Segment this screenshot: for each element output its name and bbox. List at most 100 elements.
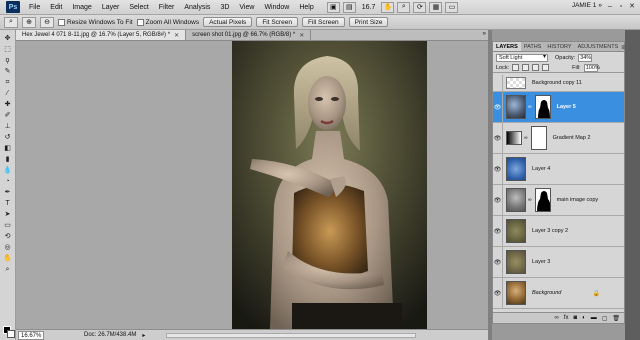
shape-tool-icon[interactable]: ▭ (2, 220, 14, 231)
actual-pixels-button[interactable]: Actual Pixels (203, 17, 253, 27)
maximize-icon[interactable]: ▫ (617, 3, 625, 11)
minimize-icon[interactable]: – (606, 3, 614, 11)
adjustment-layer-icon[interactable]: ◐ (582, 315, 586, 321)
zoom-tool-icon[interactable]: ⌕ (397, 1, 411, 13)
tab-paths[interactable]: PATHS (521, 42, 545, 51)
menu-help[interactable]: Help (294, 4, 318, 11)
fill-field[interactable]: 100% (583, 63, 600, 72)
3d-orbit-icon[interactable]: ◎ (2, 242, 14, 253)
eye-icon[interactable]: 👁 (493, 123, 503, 153)
tab-adjustments[interactable]: ADJUSTMENTS (575, 42, 622, 51)
eye-icon[interactable]: 👁 (493, 278, 503, 308)
move-tool-icon[interactable]: ✥ (2, 33, 14, 44)
layer-row-selected[interactable]: 👁 ∞ Layer 5 (493, 92, 624, 123)
add-mask-icon[interactable]: ◙ (573, 315, 577, 321)
eye-icon[interactable]: 👁 (493, 247, 503, 277)
print-size-button[interactable]: Print Size (348, 17, 389, 27)
workspace-switcher[interactable]: JAMIE 1 » (572, 2, 602, 9)
healing-brush-icon[interactable]: ✚ (2, 99, 14, 110)
chevron-right-icon[interactable]: ▸ (142, 332, 145, 339)
layer-row[interactable]: 👁 ∞ main image copy (493, 185, 624, 216)
blend-mode-select[interactable]: Soft Light (496, 53, 548, 62)
fill-screen-button[interactable]: Fill Screen (301, 17, 345, 27)
canvas-area[interactable] (16, 41, 488, 329)
layer-row[interactable]: 👁 Background 🔒 (493, 278, 624, 309)
eraser-tool-icon[interactable]: ◧ (2, 143, 14, 154)
close-icon[interactable]: ✕ (299, 32, 304, 39)
status-zoom-field[interactable]: 16.67% (18, 330, 44, 340)
hand-tool-icon[interactable]: ✋ (381, 1, 395, 13)
layer-row[interactable]: 👁 Layer 4 (493, 154, 624, 185)
link-layers-icon[interactable]: ∞ (555, 315, 559, 321)
layer-row[interactable]: 👁 Layer 3 (493, 247, 624, 278)
hand-tool-icon[interactable]: ✋ (2, 253, 14, 264)
menu-select[interactable]: Select (124, 4, 153, 11)
lock-transparent-icon[interactable] (512, 64, 520, 71)
bridge-icon[interactable]: ▣ (326, 1, 340, 13)
history-brush-icon[interactable]: ↺ (2, 132, 14, 143)
close-icon[interactable]: ✕ (174, 32, 179, 39)
eye-icon[interactable]: 👁 (493, 92, 503, 122)
layer-row[interactable]: 👁 ∞ Gradient Map 2 (493, 123, 624, 154)
checkbox-box[interactable] (58, 18, 65, 26)
marquee-tool-icon[interactable]: ⬚ (2, 44, 14, 55)
document-tab[interactable]: screen shot 01.jpg @ 66.7% (RGB/8) * ✕ (186, 30, 312, 40)
layer-style-icon[interactable]: fx (564, 315, 569, 321)
fit-screen-button[interactable]: Fit Screen (256, 17, 298, 27)
zoom-level[interactable]: 16.7 (362, 4, 376, 11)
menu-layer[interactable]: Layer (97, 4, 125, 11)
crop-tool-icon[interactable]: ⌗ (2, 77, 14, 88)
menu-filter[interactable]: Filter (154, 4, 180, 11)
background-color-swatch[interactable] (7, 330, 15, 338)
lock-all-icon[interactable] (542, 64, 550, 71)
eye-icon[interactable]: 👁 (493, 216, 503, 246)
tab-history[interactable]: HISTORY (544, 42, 574, 51)
quick-select-tool-icon[interactable]: ✎ (2, 66, 14, 77)
checkbox-box[interactable] (136, 18, 144, 26)
menu-window[interactable]: Window (259, 4, 294, 11)
lasso-tool-icon[interactable]: ϙ (2, 55, 14, 66)
new-layer-icon[interactable]: ▢ (602, 315, 608, 322)
brush-tool-icon[interactable]: ✐ (2, 110, 14, 121)
zoom-in-icon[interactable]: ⊕ (22, 16, 36, 28)
layer-row[interactable]: 👁 Layer 3 copy 2 (493, 216, 624, 247)
clone-stamp-icon[interactable]: ⊥ (2, 121, 14, 132)
zoom-tool-icon[interactable]: ⌕ (4, 16, 18, 28)
rotate-view-icon[interactable]: ⟳ (413, 1, 427, 13)
zoom-tool-icon[interactable]: ⌕ (2, 264, 14, 275)
trash-icon[interactable]: 🗑 (612, 315, 620, 322)
resize-windows-checkbox[interactable]: Resize Windows To Fit (58, 18, 133, 26)
menu-file[interactable]: File (24, 4, 45, 11)
layer-row[interactable]: Background copy 11 (493, 75, 624, 92)
chevron-right-icon[interactable]: » (483, 31, 486, 37)
3d-rotate-icon[interactable]: ⟲ (2, 231, 14, 242)
horizontal-scrollbar[interactable] (166, 333, 416, 338)
blur-tool-icon[interactable]: 💧 (2, 165, 14, 176)
gradient-tool-icon[interactable]: ▮ (2, 154, 14, 165)
document-image[interactable] (232, 41, 427, 329)
menu-edit[interactable]: Edit (45, 4, 67, 11)
close-icon[interactable]: ✕ (628, 3, 636, 11)
eyedropper-tool-icon[interactable]: ⁄ (2, 88, 14, 99)
arrange-documents-icon[interactable]: ▦ (429, 1, 443, 13)
dodge-tool-icon[interactable]: ◔ (2, 176, 14, 187)
opacity-field[interactable]: 34% (578, 53, 593, 62)
mini-bridge-icon[interactable]: ▤ (342, 1, 356, 13)
document-tab-active[interactable]: Hex Jewel 4 071 8-11.jpg @ 16.7% (Layer … (16, 30, 187, 40)
menu-image[interactable]: Image (67, 4, 96, 11)
menu-view[interactable]: View (234, 4, 259, 11)
path-select-icon[interactable]: ➤ (2, 209, 14, 220)
lock-position-icon[interactable] (532, 64, 540, 71)
menu-analysis[interactable]: Analysis (179, 4, 215, 11)
zoom-all-windows-checkbox[interactable]: Zoom All Windows (136, 18, 199, 26)
visibility-off-icon[interactable] (493, 75, 503, 91)
tab-layers[interactable]: LAYERS (493, 42, 521, 51)
eye-icon[interactable]: 👁 (493, 154, 503, 184)
zoom-out-icon[interactable]: ⊖ (40, 16, 54, 28)
pen-tool-icon[interactable]: ✒ (2, 187, 14, 198)
eye-icon[interactable]: 👁 (493, 185, 503, 215)
screen-mode-icon[interactable]: ▭ (445, 1, 459, 13)
menu-3d[interactable]: 3D (215, 4, 234, 11)
type-tool-icon[interactable]: T (2, 198, 14, 209)
lock-image-icon[interactable] (522, 64, 530, 71)
